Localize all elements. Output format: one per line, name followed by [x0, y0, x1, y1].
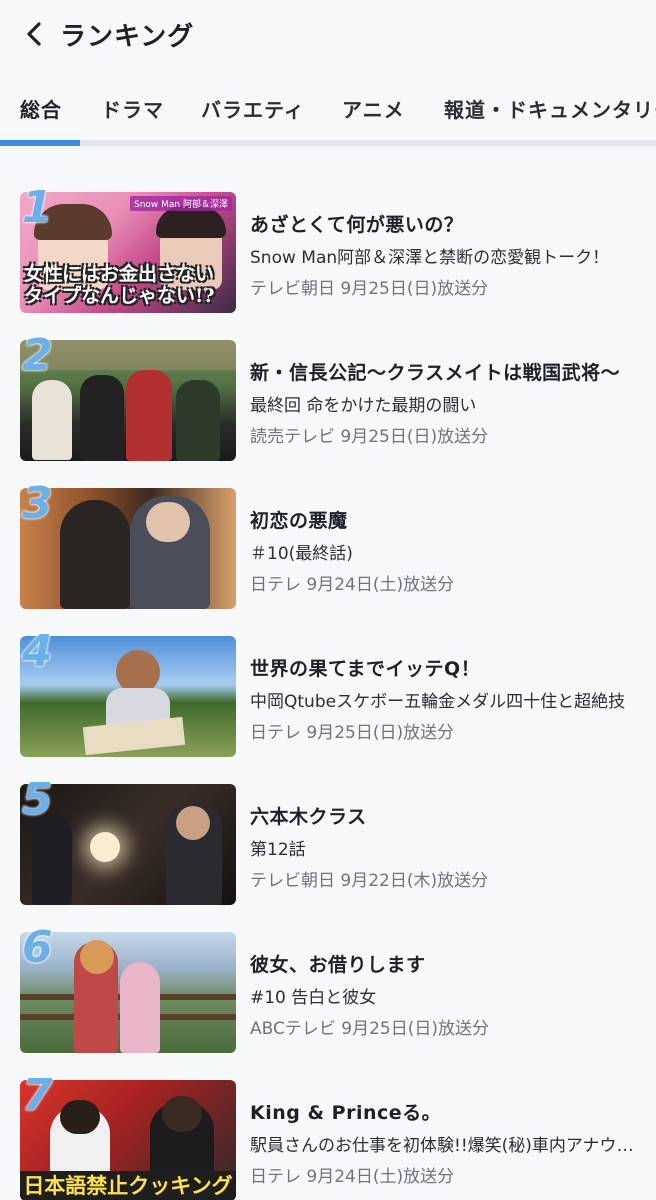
episode-subtitle: 第12話: [250, 840, 306, 860]
ranking-item[interactable]: 2 新・信長公記〜クラスメイトは戦国武将〜 最終回 命をかけた最期の闘い 読売テ…: [0, 330, 656, 464]
item-info: 六本木クラス 第12話 テレビ朝日 9月22日(木)放送分: [250, 802, 650, 891]
item-info: 新・信長公記〜クラスメイトは戦国武将〜 最終回 命をかけた最期の闘い 読売テレビ…: [250, 358, 650, 447]
rank-number: 6: [22, 922, 53, 973]
rank-number: 4: [22, 626, 53, 677]
app-header: ランキング: [0, 0, 656, 70]
tab-variety[interactable]: バラエティ: [201, 94, 305, 123]
item-info: あざとくて何が悪いの？ Snow Man阿部＆深澤と禁断の恋愛観トーク！ テレビ…: [250, 210, 650, 299]
thumbnail-caption: 日本語禁止クッキング: [20, 1171, 236, 1200]
broadcast-info: テレビ朝日 9月22日(木)放送分: [250, 871, 489, 891]
broadcast-info: テレビ朝日 9月25日(日)放送分: [250, 279, 489, 299]
episode-subtitle: Snow Man阿部＆深澤と禁断の恋愛観トーク！: [250, 248, 610, 268]
thumbnail-caption: 女性にはお金出さないタイプなんじゃない!?: [24, 263, 215, 307]
item-info: 初恋の悪魔 ＃10(最終話) 日テレ 9月24日(土)放送分: [250, 506, 650, 595]
broadcast-info: 日テレ 9月24日(土)放送分: [250, 1167, 455, 1187]
ranking-item[interactable]: 4 世界の果てまでイッテQ！ 中岡Qtubeスケボー五輪金メダル四十住と超絶技 …: [0, 626, 656, 760]
broadcast-info: ABCテレビ 9月25日(日)放送分: [250, 1019, 489, 1039]
episode-subtitle: #10 告白と彼女: [250, 988, 377, 1008]
tab-drama[interactable]: ドラマ: [101, 94, 164, 123]
ranking-item[interactable]: 3 初恋の悪魔 ＃10(最終話) 日テレ 9月24日(土)放送分: [0, 478, 656, 612]
program-title: 彼女、お借りします: [250, 954, 426, 976]
program-title: あざとくて何が悪いの？: [250, 214, 464, 236]
rank-number: 5: [22, 774, 53, 825]
item-info: 彼女、お借りします #10 告白と彼女 ABCテレビ 9月25日(日)放送分: [250, 950, 650, 1039]
ranking-item[interactable]: Snow Man 阿部＆深澤 女性にはお金出さないタイプなんじゃない!? 1 あ…: [0, 182, 656, 316]
broadcast-info: 日テレ 9月24日(土)放送分: [250, 575, 455, 595]
rank-number: 2: [22, 330, 53, 381]
rank-number: 1: [22, 182, 53, 233]
broadcast-info: 読売テレビ 9月25日(日)放送分: [250, 427, 489, 447]
tab-overall[interactable]: 総合: [20, 94, 62, 123]
program-title: 新・信長公記〜クラスメイトは戦国武将〜: [250, 362, 621, 384]
tab-news-documentary[interactable]: 報道・ドキュメンタリー: [444, 94, 656, 123]
rank-number: 7: [22, 1070, 53, 1121]
ranking-item[interactable]: 日本語禁止クッキング 7 King & Princeる。 駅員さんのお仕事を初体…: [0, 1070, 656, 1200]
episode-subtitle: 最終回 命をかけた最期の闘い: [250, 396, 477, 416]
back-button[interactable]: [20, 20, 48, 48]
ranking-item[interactable]: 6 彼女、お借りします #10 告白と彼女 ABCテレビ 9月25日(日)放送分: [0, 922, 656, 1056]
program-title: King & Princeる。: [250, 1102, 442, 1124]
thumbnail-tag: Snow Man 阿部＆深澤: [130, 196, 232, 211]
active-tab-indicator: [0, 140, 80, 146]
item-info: King & Princeる。 駅員さんのお仕事を初体験!!爆笑(秘)車内アナウ…: [250, 1098, 650, 1187]
rank-number: 3: [22, 478, 53, 529]
item-info: 世界の果てまでイッテQ！ 中岡Qtubeスケボー五輪金メダル四十住と超絶技 日テ…: [250, 654, 650, 743]
episode-subtitle: 中岡Qtubeスケボー五輪金メダル四十住と超絶技: [250, 692, 626, 712]
episode-subtitle: ＃10(最終話): [250, 544, 353, 564]
tab-anime[interactable]: アニメ: [342, 94, 405, 123]
program-title: 六本木クラス: [250, 806, 367, 828]
page-title: ランキング: [60, 22, 195, 52]
chevron-left-icon: [27, 22, 41, 46]
episode-subtitle: 駅員さんのお仕事を初体験!!爆笑(秘)車内アナウンス: [250, 1136, 640, 1156]
program-title: 初恋の悪魔: [250, 510, 348, 532]
broadcast-info: 日テレ 9月25日(日)放送分: [250, 723, 455, 743]
ranking-item[interactable]: 5 六本木クラス 第12話 テレビ朝日 9月22日(木)放送分: [0, 774, 656, 908]
program-title: 世界の果てまでイッテQ！: [250, 658, 481, 680]
tab-track: [0, 140, 656, 146]
category-tabs: 総合 ドラマ バラエティ アニメ 報道・ドキュメンタリー: [0, 80, 656, 136]
